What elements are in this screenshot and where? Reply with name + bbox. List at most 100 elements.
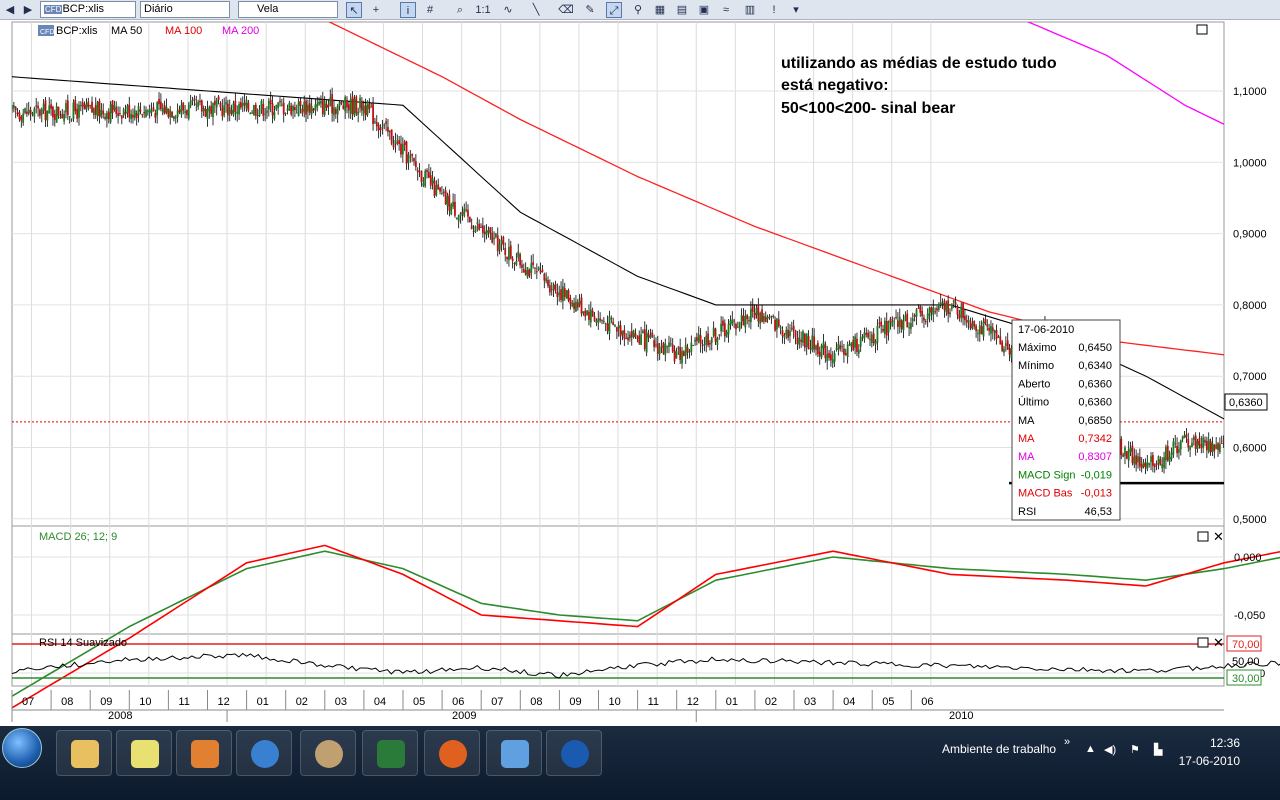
legend-ma200[interactable]: MA 200 (222, 25, 259, 37)
candle-body (295, 112, 298, 114)
symbol-input[interactable]: CFDBCP:xlis (40, 1, 136, 18)
back-icon[interactable]: ◀ (2, 2, 18, 18)
candle-body (446, 196, 449, 207)
grid-icon[interactable]: # (422, 2, 438, 18)
cursor-icon[interactable]: ↖ (346, 2, 362, 18)
candle-body (943, 300, 946, 311)
taskbar-excel[interactable] (362, 730, 418, 776)
candle-body (27, 109, 30, 114)
chart-style-select[interactable]: Vela (238, 1, 338, 18)
candle-body (344, 97, 347, 112)
candle-body (249, 113, 252, 115)
magnet-icon[interactable]: ⚲ (630, 2, 646, 18)
taskbar-media-player[interactable] (176, 730, 232, 776)
candle-body (857, 349, 860, 354)
candle-body (427, 171, 430, 178)
clock-date[interactable]: 17-06-2010 (1179, 754, 1240, 768)
draw-icon[interactable]: ✎ (582, 2, 598, 18)
eraser-icon[interactable]: ⌫ (558, 2, 574, 18)
candle-body (165, 106, 168, 113)
table-icon[interactable]: ▤ (674, 2, 690, 18)
legend-symbol[interactable]: BCP:xlis (56, 25, 98, 37)
candle-body (318, 101, 320, 105)
taskbar-paint[interactable] (300, 730, 356, 776)
rsi-maximize-icon[interactable] (1197, 637, 1209, 648)
ratio-button[interactable]: 1:1 (472, 2, 494, 18)
show-hidden-icons[interactable]: ▲ (1085, 743, 1096, 755)
settings-icon[interactable]: ▥ (742, 2, 758, 18)
candle-body (104, 116, 106, 119)
forward-icon[interactable]: ▶ (20, 2, 36, 18)
candle-body (738, 321, 741, 330)
more-icon[interactable]: ▾ (788, 2, 804, 18)
template-icon[interactable]: ▣ (696, 2, 712, 18)
taskbar-sticky-notes[interactable] (116, 730, 172, 776)
alert-icon[interactable]: ! (766, 2, 782, 18)
taskbar-internet-explorer[interactable] (236, 730, 292, 776)
chart-canvas[interactable]: 07 08 09 10 11 12 01 02 03 04 05 06 07 08 09 10 11 12 01 02… (0, 20, 1280, 726)
candle-body (1183, 435, 1186, 438)
period-select[interactable]: Diário (140, 1, 230, 18)
trendline-icon[interactable]: ⤢ (606, 2, 622, 18)
candle-body (1189, 446, 1192, 450)
candle-body (310, 105, 313, 115)
candle-body (960, 306, 963, 318)
network-icon[interactable]: ▙ (1154, 743, 1162, 756)
candle-body (152, 107, 155, 112)
candle-body (476, 222, 479, 224)
expand-toolbar-icon[interactable]: » (1064, 736, 1070, 748)
taskbar-explorer[interactable] (56, 730, 112, 776)
maximize-icon[interactable] (1196, 24, 1208, 35)
legend-ma100[interactable]: MA 100 (165, 25, 202, 37)
wave-icon[interactable]: ≈ (718, 2, 734, 18)
candle-body (805, 333, 808, 348)
candle-body (463, 208, 466, 217)
x-tick-label: 09 (569, 696, 581, 708)
period-text: Diário (144, 3, 173, 15)
legend-ma50[interactable]: MA 50 (111, 25, 142, 37)
macd-title[interactable]: MACD 26; 12; 9 (39, 531, 117, 543)
start-button[interactable] (2, 728, 42, 768)
taskbar-firefox[interactable] (424, 730, 480, 776)
crosshair-icon[interactable]: + (368, 2, 384, 18)
info-icon[interactable]: i (400, 2, 416, 18)
candle-body (625, 338, 628, 340)
chart-type-icon[interactable]: ▦ (652, 2, 668, 18)
candle-body (580, 297, 583, 314)
macd-maximize-icon[interactable] (1197, 531, 1209, 542)
y-tick-label: 0,8000 (1233, 300, 1267, 312)
candle-body (703, 344, 706, 346)
taskbar-messenger[interactable] (486, 730, 542, 776)
candle-body (802, 331, 804, 343)
rsi-close-icon[interactable]: ✕ (1213, 635, 1224, 650)
candle-body (701, 345, 704, 347)
candle-body (496, 235, 499, 252)
candle-body (1213, 444, 1216, 452)
flag-icon[interactable]: ⚑ (1130, 743, 1140, 756)
candle-body (1159, 459, 1162, 466)
candle-body (236, 112, 239, 114)
candle-body (472, 231, 475, 233)
candle-body (327, 105, 330, 108)
candle-body (521, 264, 523, 268)
candle-body (891, 321, 894, 326)
candle-body (498, 243, 501, 250)
zoom-icon[interactable]: ⌕ (452, 2, 468, 18)
candle-body (1217, 443, 1219, 450)
paint-icon (315, 740, 343, 768)
candle-body (889, 318, 892, 323)
taskbar-bloomberg[interactable] (546, 730, 602, 776)
volume-icon[interactable]: ◀) (1104, 743, 1116, 756)
candle-body (91, 101, 93, 113)
candle-body (740, 314, 743, 322)
desktop-toolbar-label[interactable]: Ambiente de trabalho (942, 742, 1056, 756)
line-tool-icon[interactable]: ╲ (528, 2, 544, 18)
candle-body (176, 110, 179, 118)
clock-time[interactable]: 12:36 (1210, 736, 1240, 750)
candle-body (234, 100, 237, 113)
candle-body (238, 104, 240, 115)
indicator-icon[interactable]: ∿ (500, 2, 516, 18)
macd-close-icon[interactable]: ✕ (1213, 529, 1224, 544)
rsi-title[interactable]: RSI 14 Suavizado (39, 637, 127, 649)
candle-body (722, 320, 724, 326)
